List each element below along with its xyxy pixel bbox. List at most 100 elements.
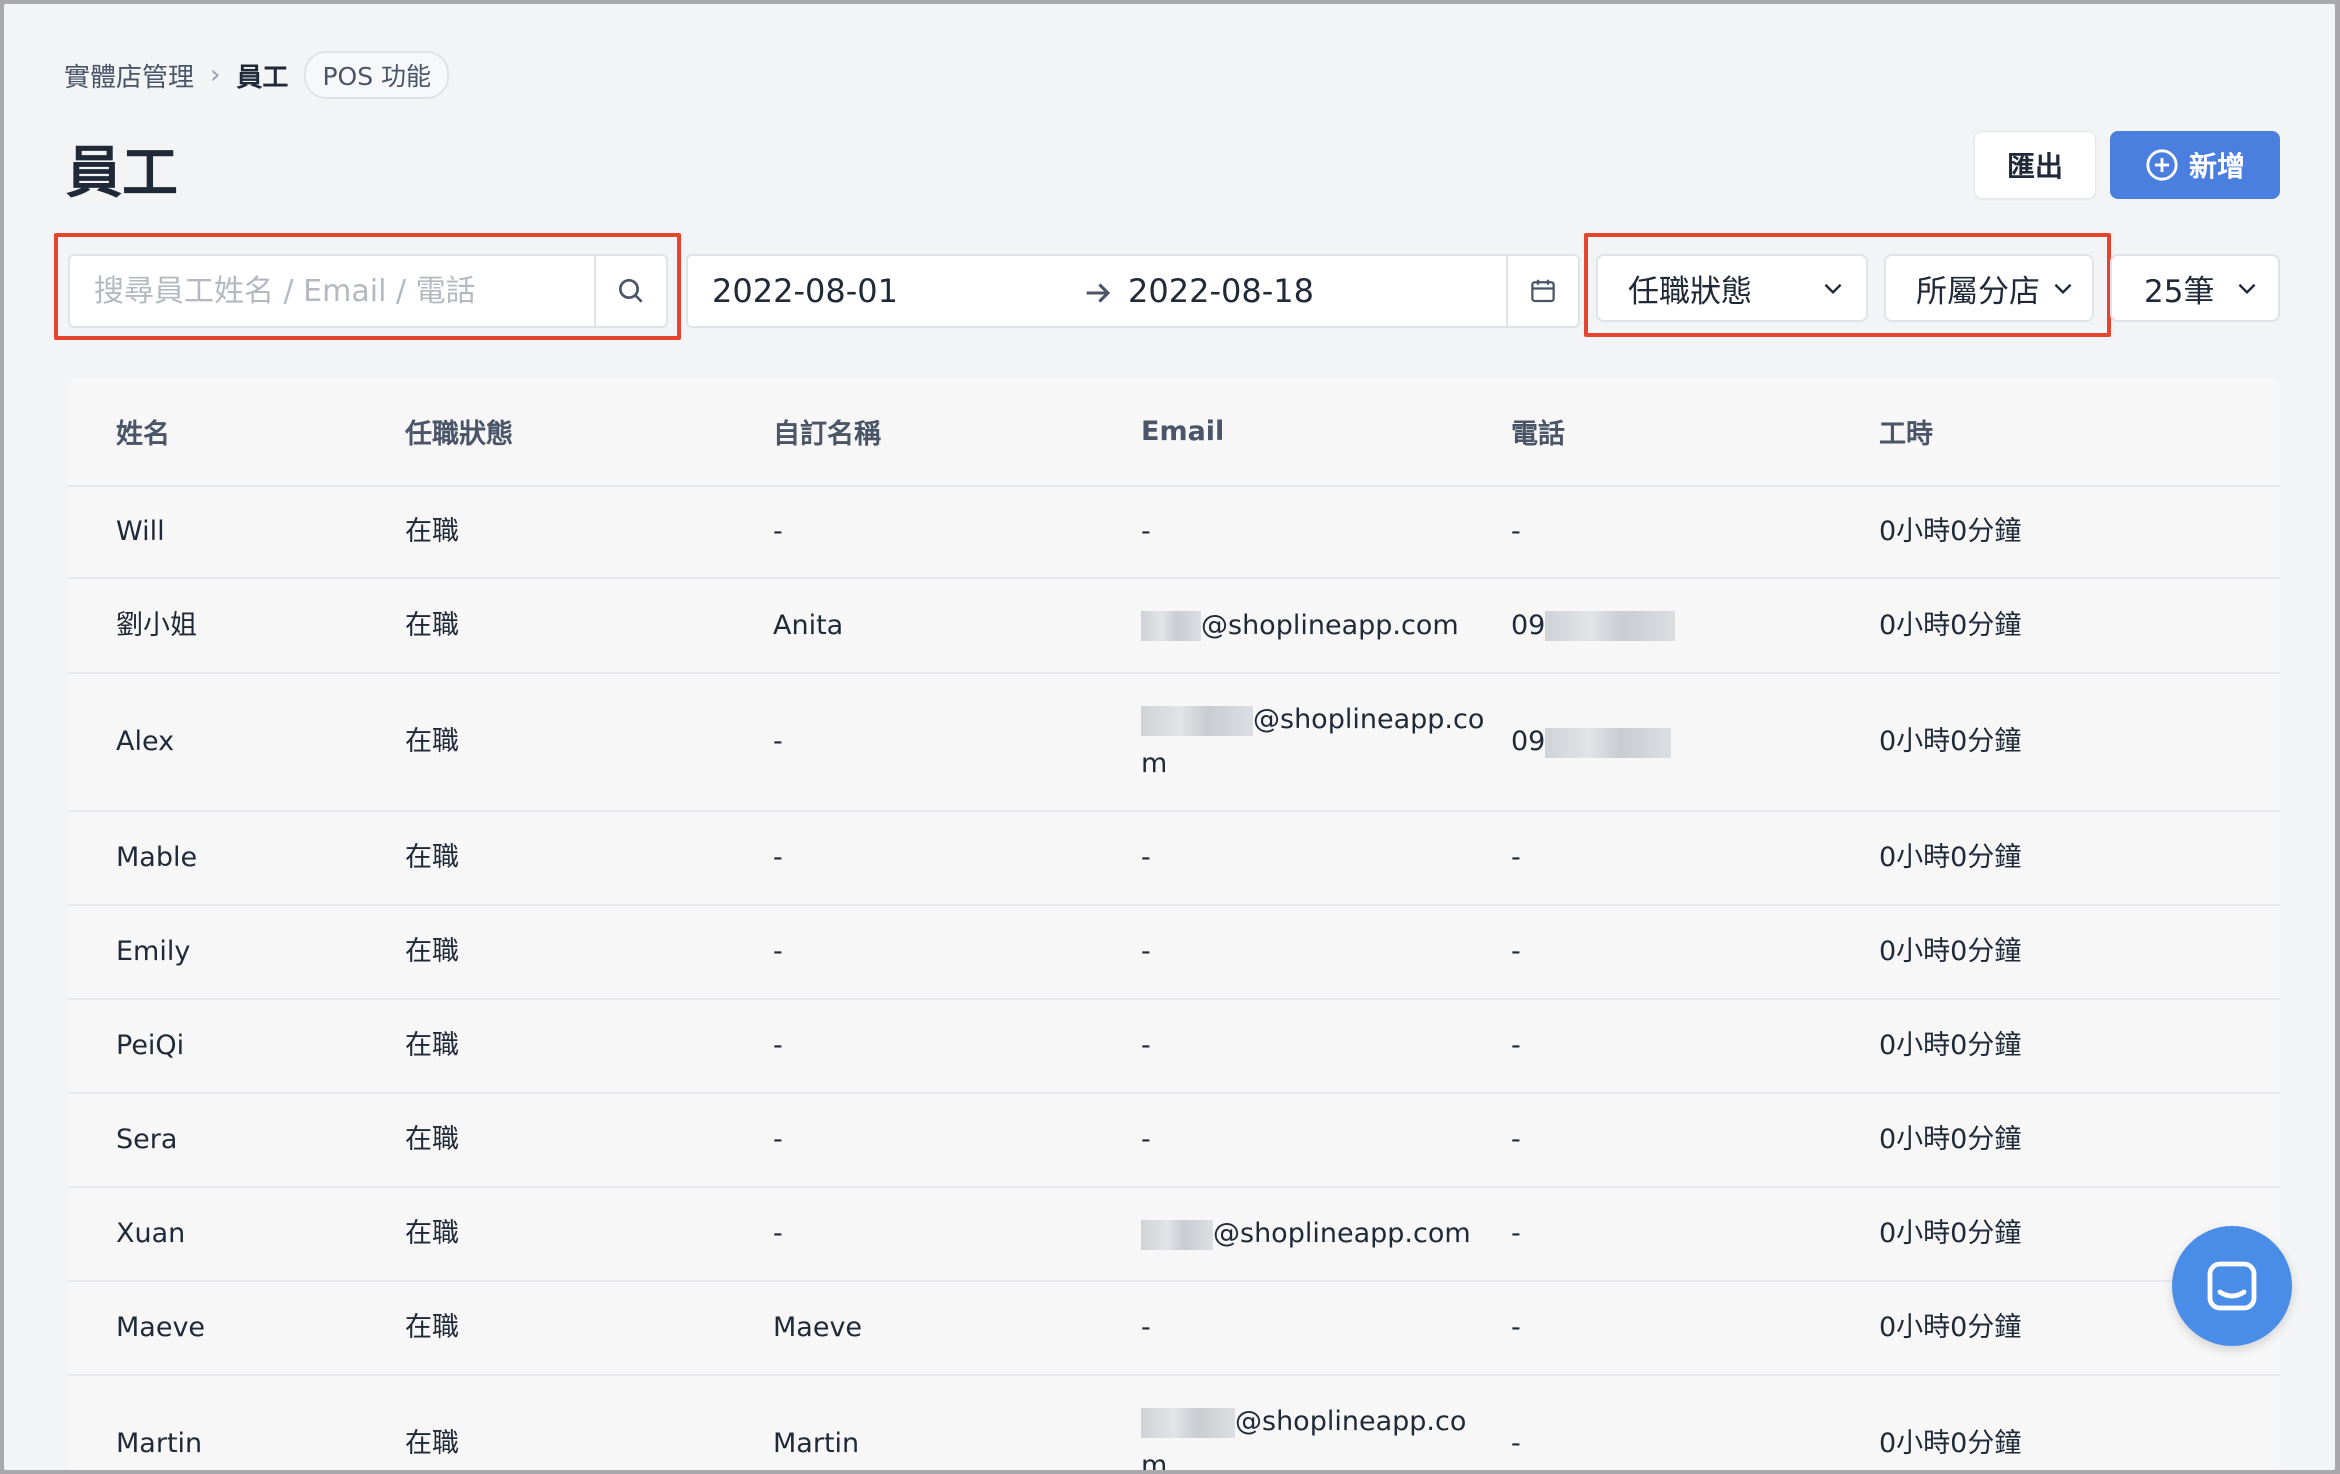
breadcrumb-separator-icon: › [210, 60, 221, 90]
column-header-phone: 電話 [1511, 378, 1879, 487]
cell-custom-name: Martin [773, 1375, 1141, 1470]
cell-phone: - [1511, 486, 1879, 579]
cell-hours: 0小時0分鐘 [1879, 905, 2280, 1000]
table-row[interactable]: Emily 在職 - - - 0小時0分鐘 [68, 905, 2280, 1000]
table-row[interactable]: 劉小姐 在職 Anita @shoplineapp.com 09 0小時0分鐘 [68, 578, 2280, 674]
employee-search [68, 254, 668, 328]
chat-launcher-button[interactable] [2172, 1226, 2292, 1346]
status-filter-select[interactable]: 任職狀態 [1596, 254, 1868, 322]
column-header-status: 任職狀態 [405, 378, 773, 487]
cell-hours: 0小時0分鐘 [1879, 673, 2280, 812]
redacted-mask [1141, 705, 1253, 736]
breadcrumb: 實體店管理 › 員工 POS 功能 [64, 51, 450, 99]
page-frame: 實體店管理 › 員工 POS 功能 員工 匯出 新增 2022-08-01 20… [4, 4, 2335, 1470]
cell-name: Xuan [68, 1187, 405, 1282]
date-range-picker[interactable]: 2022-08-01 2022-08-18 [686, 254, 1580, 328]
cell-phone: 09 [1511, 673, 1879, 812]
cell-hours: 0小時0分鐘 [1879, 1093, 2280, 1188]
cell-name: Mable [68, 811, 405, 906]
add-employee-button[interactable]: 新增 [2110, 131, 2280, 199]
page-size-label: 25筆 [2144, 273, 2215, 310]
branch-filter-select[interactable]: 所屬分店 [1884, 254, 2094, 322]
cell-phone: - [1511, 811, 1879, 906]
table-row[interactable]: Alex 在職 - @shoplineapp.com 09 0小時0分鐘 [68, 673, 2280, 812]
cell-hours: 0小時0分鐘 [1879, 578, 2280, 674]
calendar-button[interactable] [1506, 256, 1578, 326]
employee-table-card: 姓名 任職狀態 自訂名稱 Email 電話 工時 Will 在職 - - - 0… [68, 378, 2280, 1470]
redacted-mask [1141, 1219, 1213, 1250]
cell-custom-name: - [773, 1187, 1141, 1282]
chevron-down-icon [2054, 283, 2072, 295]
arrow-right-icon [1086, 283, 1111, 303]
cell-status: 在職 [405, 1187, 773, 1282]
cell-phone: - [1511, 1375, 1879, 1470]
table-row[interactable]: Will 在職 - - - 0小時0分鐘 [68, 486, 2280, 579]
cell-custom-name: - [773, 905, 1141, 1000]
cell-name: PeiQi [68, 999, 405, 1094]
date-end[interactable]: 2022-08-18 [1128, 272, 1314, 310]
cell-phone: - [1511, 999, 1879, 1094]
table-header-row: 姓名 任職狀態 自訂名稱 Email 電話 工時 [68, 378, 2280, 487]
table-row[interactable]: PeiQi 在職 - - - 0小時0分鐘 [68, 999, 2280, 1094]
redacted-mask [1141, 611, 1201, 641]
cell-status: 在職 [405, 811, 773, 906]
redacted-mask [1545, 727, 1672, 758]
status-filter-label: 任職狀態 [1628, 273, 1752, 310]
cell-hours: 0小時0分鐘 [1879, 1375, 2280, 1470]
chevron-down-icon [1824, 283, 1842, 295]
cell-email: @shoplineapp.com [1141, 578, 1511, 674]
page-title: 員工 [66, 141, 178, 206]
cell-status: 在職 [405, 578, 773, 674]
cell-name: 劉小姐 [68, 578, 405, 674]
cell-email: - [1141, 486, 1511, 579]
cell-email: @shoplineapp.com [1141, 1375, 1511, 1470]
search-icon [619, 279, 643, 303]
column-header-name: 姓名 [68, 378, 405, 487]
cell-custom-name: - [773, 1093, 1141, 1188]
chat-icon [2207, 1261, 2257, 1311]
cell-custom-name: - [773, 811, 1141, 906]
plus-circle-icon [2146, 149, 2178, 181]
cell-name: Sera [68, 1093, 405, 1188]
cell-name: Martin [68, 1375, 405, 1470]
page-size-select[interactable]: 25筆 [2110, 254, 2280, 322]
table-row[interactable]: Xuan 在職 - @shoplineapp.com - 0小時0分鐘 [68, 1187, 2280, 1282]
table-row[interactable]: Mable 在職 - - - 0小時0分鐘 [68, 811, 2280, 906]
redacted-mask [1141, 1407, 1235, 1438]
employee-table: 姓名 任職狀態 自訂名稱 Email 電話 工時 Will 在職 - - - 0… [68, 378, 2280, 1470]
export-button[interactable]: 匯出 [1974, 131, 2096, 199]
table-row[interactable]: Maeve 在職 Maeve - - 0小時0分鐘 [68, 1281, 2280, 1376]
cell-hours: 0小時0分鐘 [1879, 486, 2280, 579]
cell-hours: 0小時0分鐘 [1879, 999, 2280, 1094]
cell-name: Emily [68, 905, 405, 1000]
table-row[interactable]: Sera 在職 - - - 0小時0分鐘 [68, 1093, 2280, 1188]
cell-custom-name: - [773, 486, 1141, 579]
cell-email: @shoplineapp.com [1141, 673, 1511, 812]
branch-filter-label: 所屬分店 [1916, 273, 2040, 310]
search-button[interactable] [594, 256, 666, 326]
column-header-hours: 工時 [1879, 378, 2280, 487]
breadcrumb-current: 員工 [236, 62, 289, 93]
cell-phone: - [1511, 905, 1879, 1000]
cell-email: - [1141, 811, 1511, 906]
breadcrumb-parent[interactable]: 實體店管理 [64, 57, 194, 94]
cell-name: Alex [68, 673, 405, 812]
cell-status: 在職 [405, 486, 773, 579]
table-row[interactable]: Martin 在職 Martin @shoplineapp.com - 0小時0… [68, 1375, 2280, 1470]
cell-email: @shoplineapp.com [1141, 1187, 1511, 1282]
date-start[interactable]: 2022-08-01 [712, 272, 898, 310]
cell-status: 在職 [405, 999, 773, 1094]
cell-custom-name: Maeve [773, 1281, 1141, 1376]
cell-custom-name: - [773, 673, 1141, 812]
cell-status: 在職 [405, 905, 773, 1000]
cell-name: Maeve [68, 1281, 405, 1376]
column-header-custom-name: 自訂名稱 [773, 378, 1141, 487]
cell-phone: 09 [1511, 578, 1879, 674]
cell-status: 在職 [405, 1093, 773, 1188]
cell-email: - [1141, 999, 1511, 1094]
cell-status: 在職 [405, 1375, 773, 1470]
calendar-icon [1531, 279, 1555, 303]
cell-email: - [1141, 1281, 1511, 1376]
search-input[interactable] [70, 256, 594, 326]
cell-email-domain: @shoplineapp.com [1201, 609, 1459, 641]
